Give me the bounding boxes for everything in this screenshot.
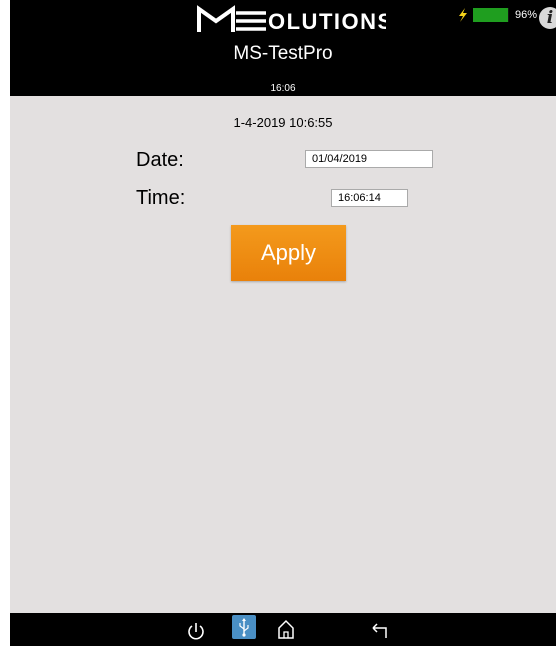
- current-datetime: 1-4-2019 10:6:55: [233, 115, 333, 130]
- ms-solutions-logo: OLUTIONS: [196, 5, 386, 35]
- clock-time: 16:06: [270, 83, 296, 94]
- bottom-nav-bar: [10, 613, 556, 646]
- power-icon[interactable]: [184, 613, 208, 646]
- info-icon[interactable]: i: [539, 7, 556, 29]
- usb-icon[interactable]: [232, 615, 256, 639]
- home-icon[interactable]: [274, 613, 298, 646]
- lightning-icon: [456, 8, 470, 22]
- svg-text:OLUTIONS: OLUTIONS: [268, 9, 386, 34]
- battery-fill: [473, 8, 508, 22]
- date-field[interactable]: [305, 150, 433, 168]
- time-field[interactable]: [331, 189, 408, 207]
- date-label: Date:: [136, 149, 184, 171]
- apply-button[interactable]: Apply: [231, 225, 346, 281]
- info-glyph: i: [546, 8, 554, 28]
- back-icon[interactable]: [368, 613, 392, 646]
- battery-percent: 96%: [515, 9, 538, 21]
- time-label: Time:: [136, 187, 186, 209]
- app-title: MS-TestPro: [233, 43, 333, 64]
- battery-indicator: [473, 8, 509, 22]
- app-screen: OLUTIONS MS-TestPro 16:06 96% i 1-4-2019…: [10, 0, 556, 646]
- header-bar: OLUTIONS MS-TestPro 16:06 96% i: [10, 0, 556, 96]
